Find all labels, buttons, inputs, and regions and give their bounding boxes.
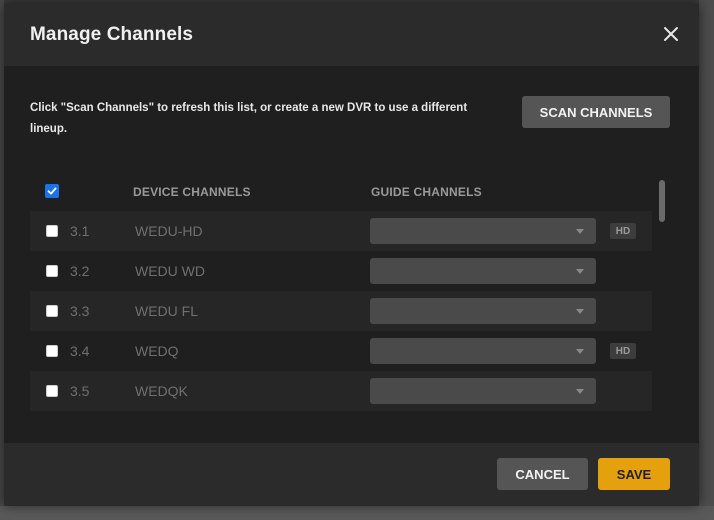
dialog-header: Manage Channels (4, 4, 699, 66)
channel-name: WEDU WD (135, 263, 205, 279)
close-button[interactable] (659, 22, 683, 46)
manage-channels-dialog: Manage Channels Click "Scan Channels" to… (4, 4, 699, 505)
guide-channel-select[interactable] (370, 378, 596, 404)
channel-number: 3.2 (70, 263, 90, 279)
intro-text: Click "Scan Channels" to refresh this li… (30, 102, 468, 135)
chevron-down-icon (576, 229, 584, 234)
chevron-down-icon (576, 309, 584, 314)
backdrop-right (699, 0, 714, 520)
row-checkbox[interactable] (46, 265, 58, 277)
row-checkbox[interactable] (46, 385, 58, 397)
dialog-footer: CANCEL SAVE (4, 443, 699, 505)
guide-channel-select[interactable] (370, 298, 596, 324)
cancel-button[interactable]: CANCEL (497, 458, 588, 490)
channel-number: 3.5 (70, 383, 90, 399)
channel-row: 3.1 WEDU-HD HD (30, 211, 652, 251)
guide-channel-select[interactable] (370, 258, 596, 284)
channels-table: DEVICE CHANNELS GUIDE CHANNELS 3.1 WEDU-… (30, 171, 652, 417)
table-header: DEVICE CHANNELS GUIDE CHANNELS (30, 171, 652, 211)
hd-badge: HD (610, 223, 636, 239)
row-checkbox[interactable] (46, 225, 58, 237)
channel-number: 3.4 (70, 343, 90, 359)
select-all-checkbox[interactable] (45, 184, 59, 198)
save-button[interactable]: SAVE (598, 458, 670, 490)
row-checkbox[interactable] (46, 345, 58, 357)
backdrop-bottom (0, 506, 714, 520)
column-header-guide-channels: GUIDE CHANNELS (371, 185, 482, 199)
chevron-down-icon (576, 349, 584, 354)
scan-channels-button[interactable]: SCAN CHANNELS (522, 96, 670, 128)
checkmark-icon (47, 187, 57, 195)
close-icon (664, 27, 678, 41)
channel-number: 3.3 (70, 303, 90, 319)
guide-channel-select[interactable] (370, 218, 596, 244)
guide-channel-select[interactable] (370, 338, 596, 364)
channel-name: WEDQK (135, 383, 188, 399)
channel-number: 3.1 (70, 223, 90, 239)
channel-row: 3.2 WEDU WD (30, 251, 652, 291)
row-checkbox[interactable] (46, 305, 58, 317)
dialog-body: Click "Scan Channels" to refresh this li… (4, 66, 699, 443)
chevron-down-icon (576, 389, 584, 394)
channel-row: 3.5 WEDQK (30, 371, 652, 411)
channel-name: WEDQ (135, 343, 179, 359)
channel-name: WEDU FL (135, 303, 198, 319)
channel-name: WEDU-HD (135, 223, 203, 239)
scrollbar[interactable] (659, 180, 665, 222)
chevron-down-icon (576, 269, 584, 274)
channel-rows: 3.1 WEDU-HD HD 3.2 WEDU WD 3.3 WEDU FL 3… (30, 211, 652, 411)
channel-row: 3.4 WEDQ HD (30, 331, 652, 371)
channel-row: 3.3 WEDU FL (30, 291, 652, 331)
dialog-title: Manage Channels (30, 24, 194, 45)
column-header-device-channels: DEVICE CHANNELS (133, 185, 251, 199)
hd-badge: HD (610, 343, 636, 359)
